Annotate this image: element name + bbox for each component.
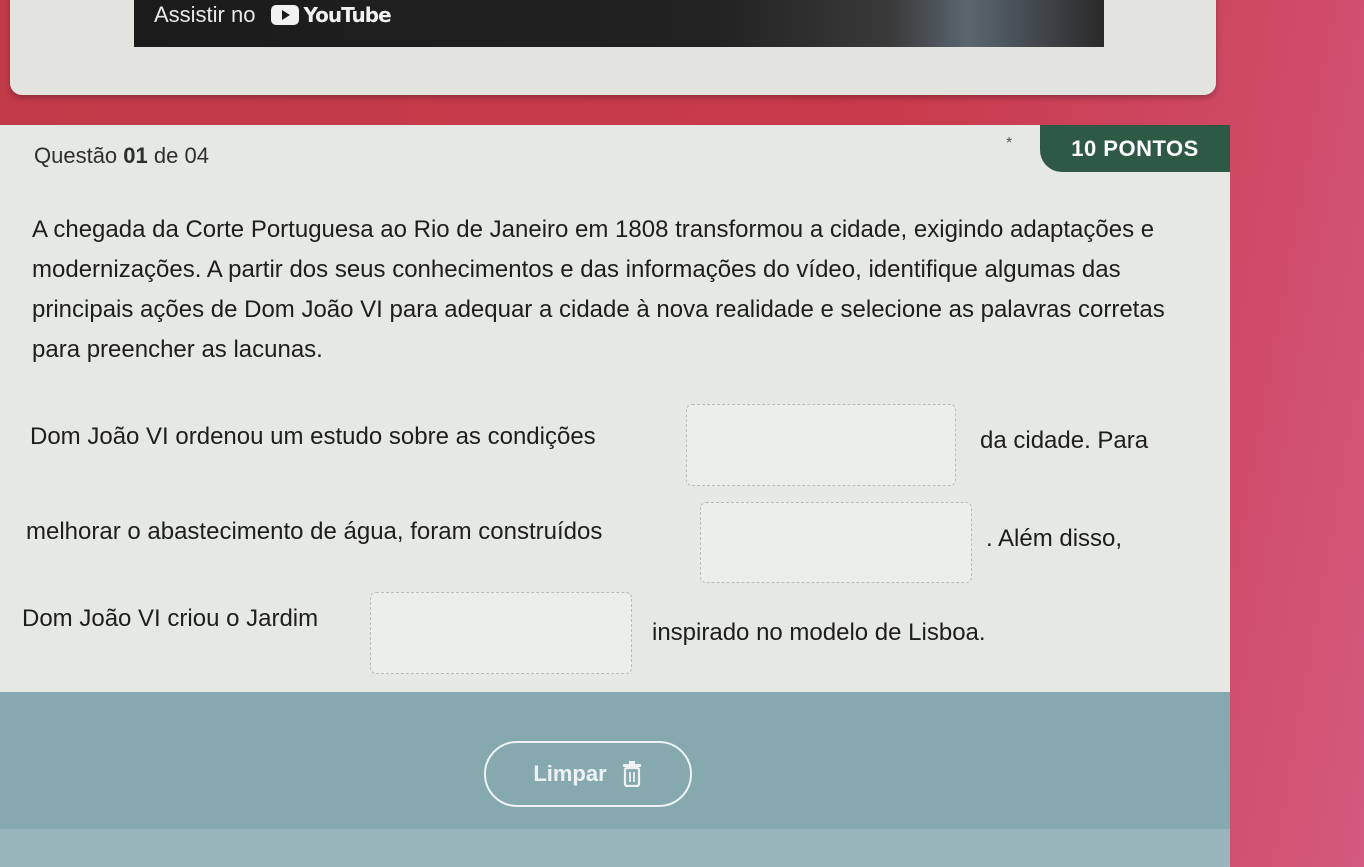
youtube-logo: YouTube: [271, 3, 392, 27]
clear-button-label: Limpar: [533, 761, 607, 786]
required-star-icon: *: [1006, 135, 1013, 152]
question-card: Questão 01 de 04 * 10 PONTOS A chegada d…: [0, 125, 1230, 867]
fill-line3-after: inspirado no modelo de Lisboa.: [652, 619, 986, 646]
blank-drop-zone-3[interactable]: [370, 592, 632, 674]
watch-on-label: Assistir no: [154, 2, 256, 27]
question-number: 01: [123, 143, 148, 168]
trash-icon: [622, 761, 641, 787]
question-counter: Questão 01 de 04: [34, 143, 209, 168]
video-card: Assistir no YouTube: [10, 0, 1216, 95]
fill-line2-after: . Além disso,: [986, 525, 1123, 552]
points-badge: 10 PONTOS: [1040, 125, 1230, 172]
youtube-wordmark: YouTube: [303, 3, 391, 27]
blank-drop-zone-1[interactable]: [686, 404, 956, 486]
fill-line1-before: Dom João VI ordenou um estudo sobre as c…: [30, 423, 596, 450]
video-player-bar[interactable]: Assistir no YouTube: [134, 0, 1104, 47]
clear-button[interactable]: Limpar: [484, 741, 692, 807]
question-statement: A chegada da Corte Portuguesa ao Rio de …: [32, 216, 1165, 363]
fill-line1-after: da cidade. Para: [980, 427, 1149, 454]
watch-on-youtube-link[interactable]: Assistir no YouTube: [154, 2, 392, 28]
blank-drop-zone-2[interactable]: [700, 502, 972, 583]
fill-line3-before: Dom João VI criou o Jardim: [22, 605, 319, 632]
youtube-play-icon: [271, 5, 300, 25]
fill-line2-before: melhorar o abastecimento de água, foram …: [26, 518, 603, 545]
